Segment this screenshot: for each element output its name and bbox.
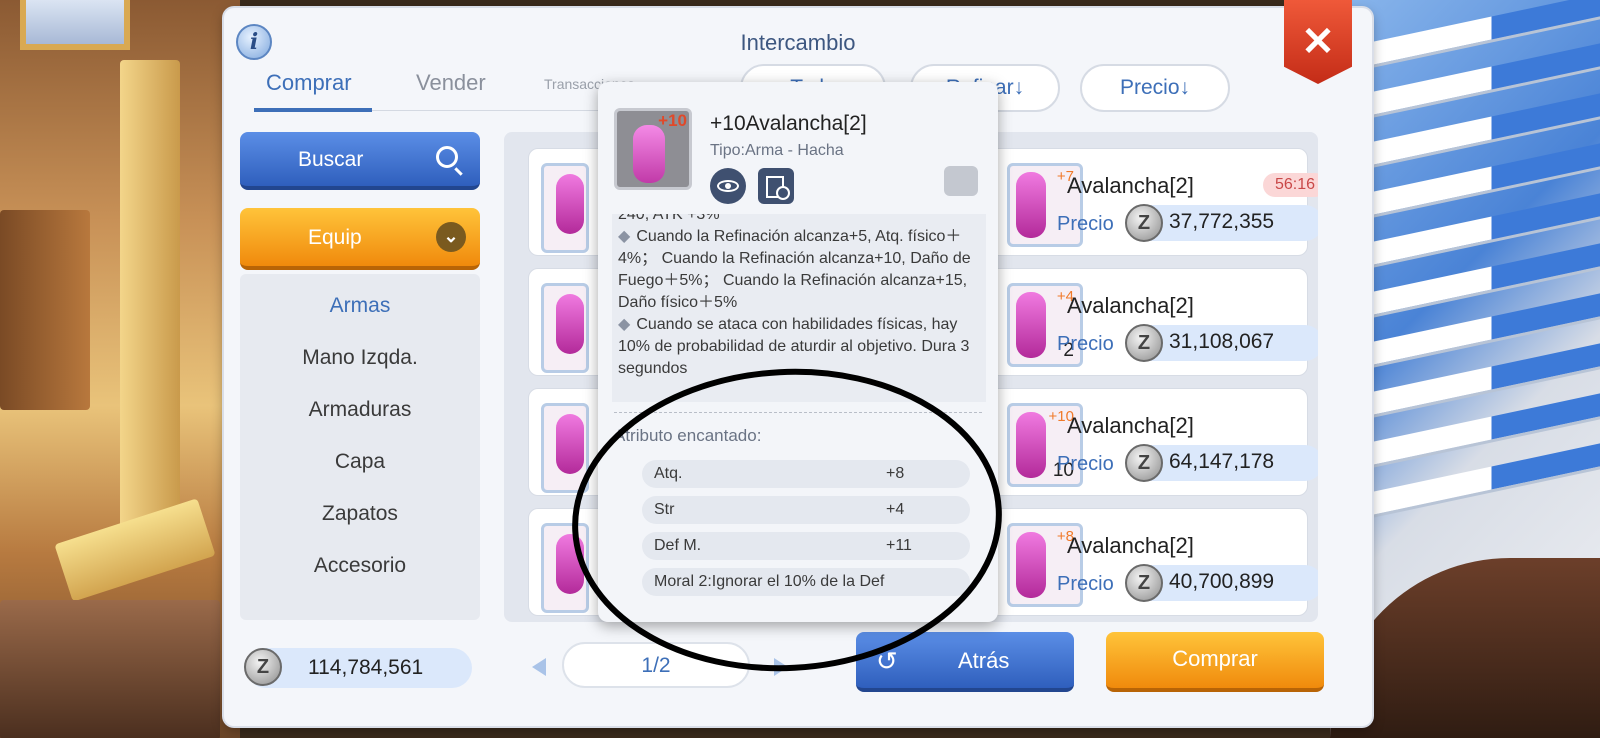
tab-comprar[interactable]: Comprar	[266, 70, 352, 96]
search-button[interactable]: Buscar	[240, 132, 480, 190]
description-effect-1: ◆ Cuando la Refinación alcanza+5, Atq. fí…	[618, 228, 971, 311]
attribute-value: +4	[886, 501, 905, 518]
description-effect-2-text: Cuando se ataca con habilidades físicas,…	[618, 316, 970, 377]
item-name: Avalancha[2]	[1067, 413, 1194, 438]
wallet-balance: Z 114,784,561	[244, 648, 472, 688]
zeny-coin-icon: Z	[1125, 324, 1163, 362]
item-thumbnail	[541, 163, 589, 253]
attribute-name: Moral 2:Ignorar el 10% de la Def	[654, 573, 885, 590]
price-box: Z 31,108,067	[1125, 324, 1318, 362]
category-list: Armas Mano Izqda. Armaduras Capa Zapatos…	[240, 274, 480, 620]
storage-tray-icon	[944, 166, 978, 196]
item-price: 40,700,899	[1169, 570, 1275, 593]
attribute-value: +11	[886, 537, 912, 554]
attribute-name: Str	[654, 501, 675, 518]
prev-page-arrow-icon[interactable]	[532, 658, 546, 676]
active-tab-indicator	[254, 108, 372, 112]
zeny-coin-icon: Z	[244, 648, 282, 686]
item-price: 31,108,067	[1169, 330, 1275, 353]
description-effect-2: ◆ Cuando se ataca con habilidades físicas…	[618, 316, 970, 377]
category-item-mano-izqda[interactable]: Mano Izqda.	[240, 346, 480, 370]
category-item-accesorio[interactable]: Accesorio	[240, 554, 480, 578]
attribute-name: Atq.	[654, 465, 683, 482]
item-price: 37,772,355	[1169, 210, 1275, 233]
item-details-icon[interactable]	[758, 168, 794, 204]
background-left-hall	[0, 0, 240, 738]
item-tooltip: +10 +10Avalancha[2] Tipo:Arma - Hacha 24…	[598, 82, 998, 622]
category-item-capa[interactable]: Capa	[240, 450, 480, 474]
tooltip-item-type: Tipo:Arma - Hacha	[710, 142, 844, 159]
close-icon[interactable]: ✕	[1284, 0, 1352, 84]
search-icon	[436, 146, 458, 168]
tooltip-divider	[614, 412, 982, 413]
axe-icon	[633, 125, 665, 183]
enchant-attribute-row: Atq. +8	[642, 460, 970, 488]
enchant-attribute-row: Def M. +11	[642, 532, 970, 560]
sort-price-button[interactable]: Precio↓	[1080, 64, 1230, 112]
tooltip-item-name: +10Avalancha[2]	[710, 112, 867, 135]
item-price: 64,147,178	[1169, 450, 1275, 473]
item-name: Avalancha[2]	[1067, 533, 1194, 558]
item-name: Avalancha[2]	[1067, 293, 1194, 318]
chevron-down-icon: ⌄	[436, 222, 466, 252]
price-box: Z 40,700,899	[1125, 564, 1318, 602]
category-dropdown-label: Equip	[308, 226, 362, 249]
attribute-value: +8	[886, 465, 905, 482]
back-button-label: Atrás	[958, 648, 1010, 673]
category-item-armas[interactable]: Armas	[240, 294, 480, 318]
tooltip-description: 240, ATK +3% ◆ Cuando la Refinación alcan…	[612, 214, 986, 402]
search-button-label: Buscar	[298, 148, 364, 171]
tooltip-item-icon: +10	[614, 108, 692, 190]
preview-eye-icon[interactable]	[710, 168, 746, 204]
price-label: Precio	[1057, 453, 1114, 475]
enchant-attributes-title: Atributo encantado:	[614, 426, 762, 445]
enchant-attribute-row: Str +4	[642, 496, 970, 524]
item-name: Avalancha[2]	[1067, 173, 1194, 198]
zeny-coin-icon: Z	[1125, 444, 1163, 482]
zeny-coin-icon: Z	[1125, 204, 1163, 242]
panel-title: Intercambio	[740, 30, 856, 55]
buy-button[interactable]: Comprar	[1106, 632, 1324, 692]
price-label: Precio	[1057, 333, 1114, 355]
price-box: Z 37,772,355	[1125, 204, 1318, 242]
attribute-name: Def M.	[654, 537, 702, 554]
category-item-zapatos[interactable]: Zapatos	[240, 502, 480, 526]
wallet-amount: 114,784,561	[308, 656, 424, 679]
description-cut-line: 240, ATK +3%	[618, 214, 720, 223]
enchant-attribute-row: Moral 2:Ignorar el 10% de la Def	[642, 568, 970, 596]
page-indicator: 1/2	[562, 642, 750, 688]
price-box: Z 64,147,178	[1125, 444, 1318, 482]
price-label: Precio	[1057, 573, 1114, 595]
description-effect-1-text: Cuando la Refinación alcanza+5, Atq. fís…	[618, 228, 971, 311]
return-arrow-icon: ↺	[876, 646, 898, 676]
item-thumbnail	[541, 523, 589, 613]
tooltip-refine-level: +10	[658, 111, 687, 130]
listing-timer: 56:16	[1263, 173, 1318, 197]
category-dropdown[interactable]: Equip ⌄	[240, 208, 480, 270]
next-page-arrow-icon[interactable]	[774, 658, 788, 676]
tab-vender[interactable]: Vender	[416, 70, 486, 96]
zeny-coin-icon: Z	[1125, 564, 1163, 602]
back-button[interactable]: ↺ Atrás	[856, 632, 1074, 692]
price-label: Precio	[1057, 213, 1114, 235]
category-item-armaduras[interactable]: Armaduras	[240, 398, 480, 422]
item-thumbnail	[541, 283, 589, 373]
item-thumbnail	[541, 403, 589, 493]
